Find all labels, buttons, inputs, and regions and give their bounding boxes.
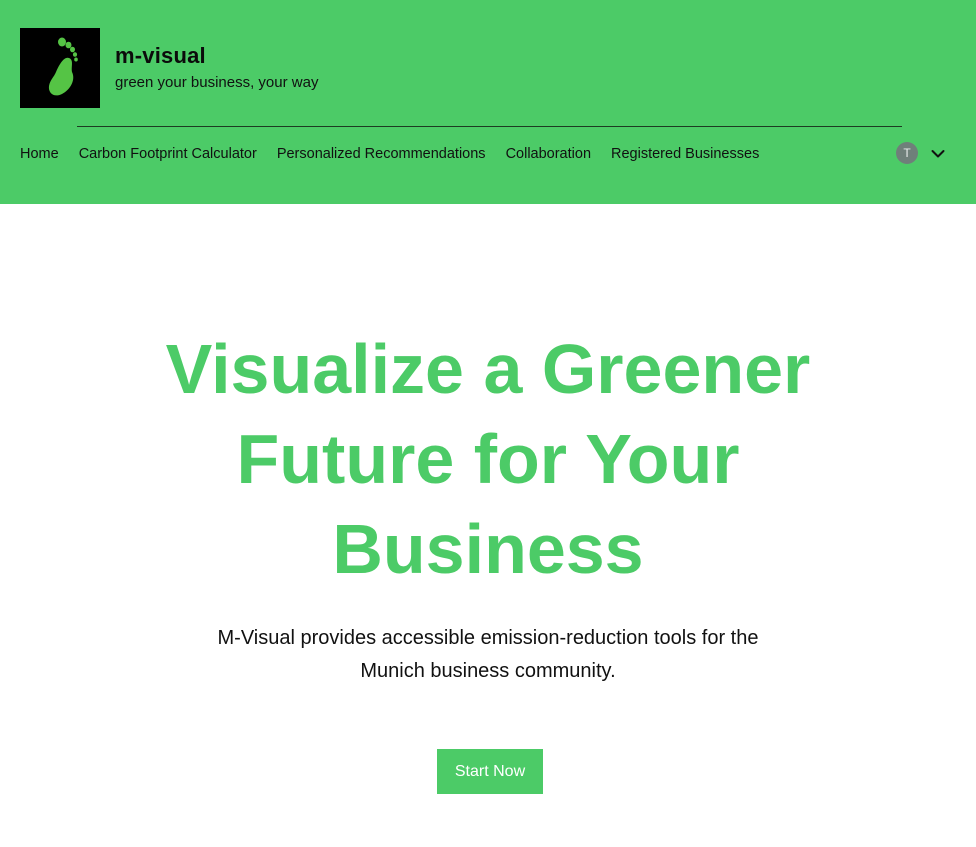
user-avatar[interactable]: T [896,142,918,164]
nav-item-personalized-recommendations[interactable]: Personalized Recommendations [277,144,486,164]
brand-name[interactable]: m-visual [115,43,206,69]
nav-item-home[interactable]: Home [20,144,59,164]
hero-subtitle: M-Visual provides accessible emission-re… [217,627,759,682]
header-divider [77,126,902,127]
logo[interactable] [20,28,100,108]
chevron-down-icon[interactable] [930,146,946,162]
brand-tagline: green your business, your way [115,74,319,91]
hero-title: Visualize a Greener Future for Your Busi… [165,330,811,588]
start-now-button[interactable]: Start Now [437,749,543,794]
nav-item-collaboration[interactable]: Collaboration [506,144,591,164]
footprint-icon [48,37,78,96]
nav-item-registered-businesses[interactable]: Registered Businesses [611,144,759,164]
main-nav: Home Carbon Footprint Calculator Persona… [20,144,759,164]
site-header: m-visual green your business, your way H… [0,0,976,204]
nav-item-carbon-footprint-calculator[interactable]: Carbon Footprint Calculator [79,144,257,164]
